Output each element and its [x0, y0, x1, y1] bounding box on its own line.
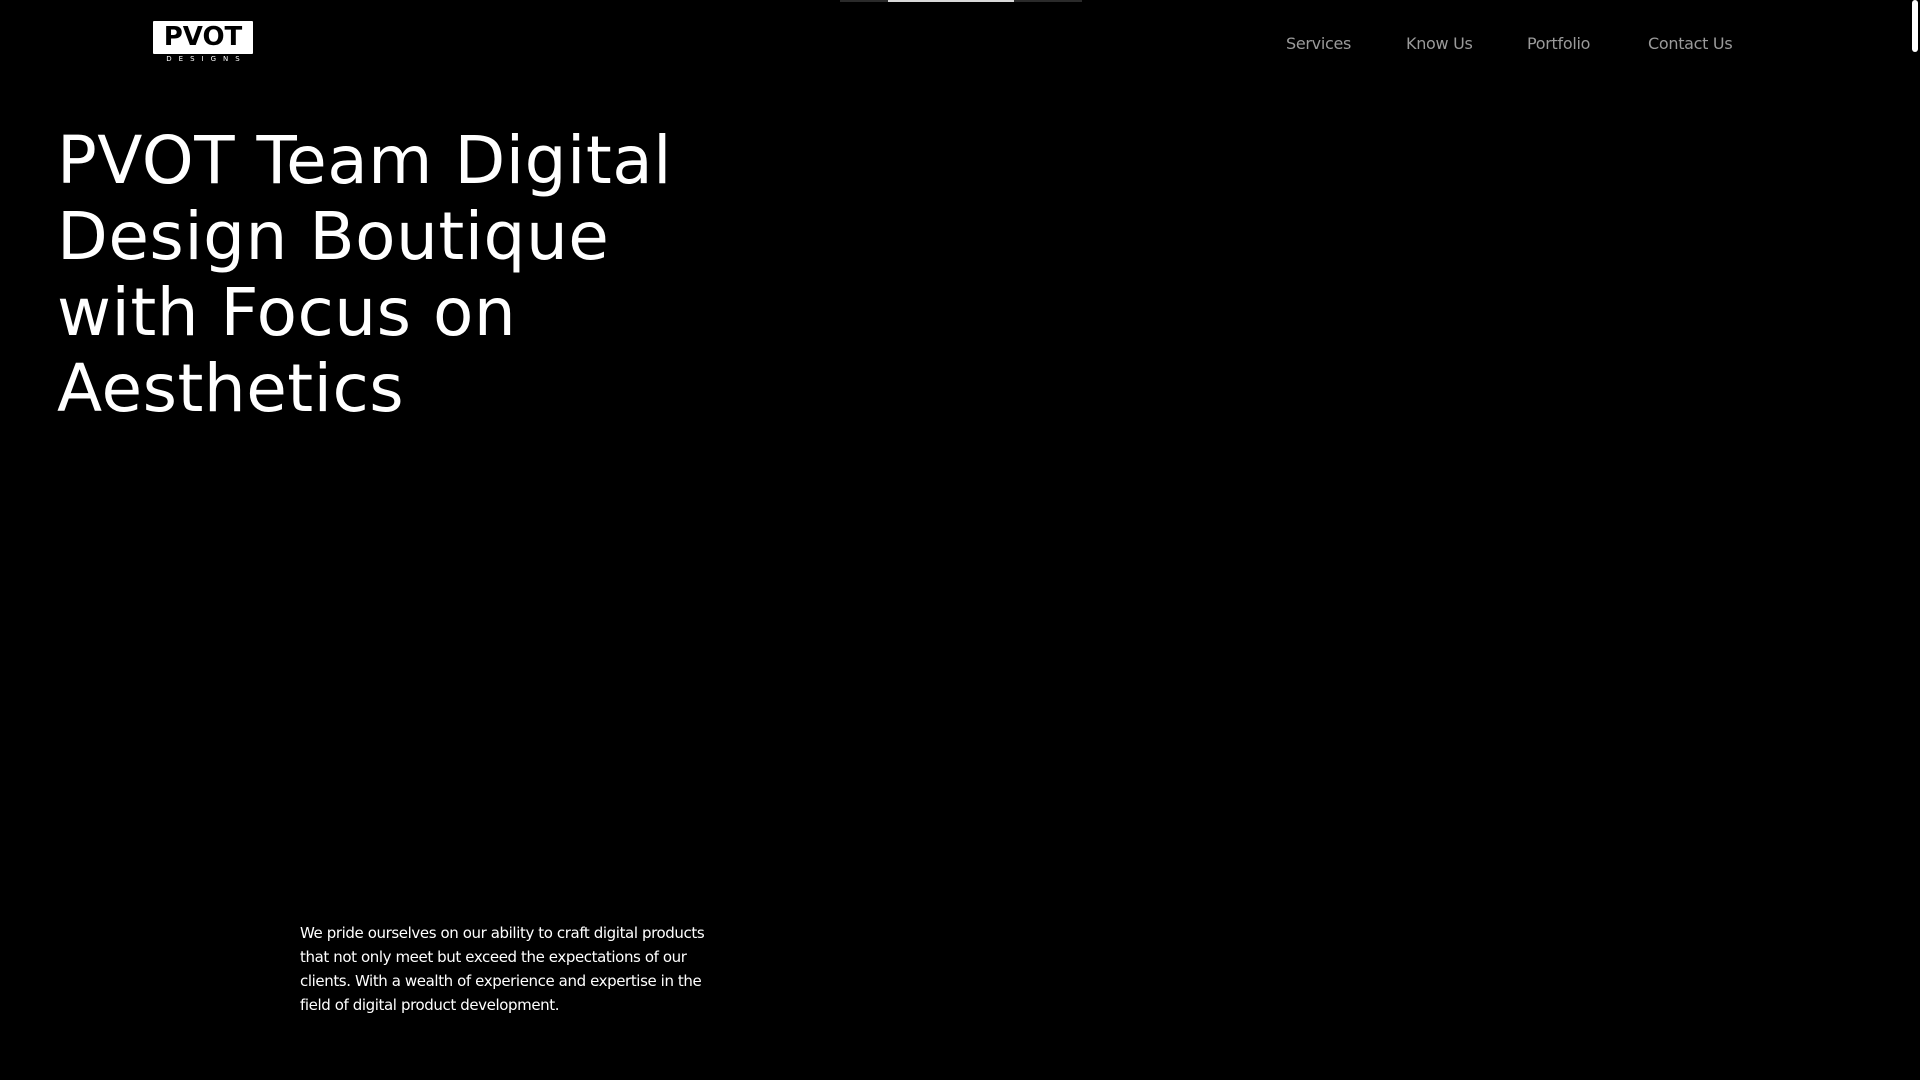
- logo-box: PVOT: [153, 21, 253, 54]
- brand-logo[interactable]: PVOT DESIGNS: [153, 21, 253, 65]
- hero-title-line: with Focus on: [57, 274, 517, 351]
- hero-title: PVOT Team Digital Design Boutique with F…: [57, 123, 757, 427]
- hero-description-line: that not only meet but exceed the expect…: [300, 948, 687, 966]
- hero-title-line: Design Boutique: [57, 198, 610, 275]
- nav-link-know-us[interactable]: Know Us: [1406, 33, 1473, 55]
- hero-description: We pride ourselves on our ability to cra…: [300, 921, 730, 1017]
- nav-link-portfolio[interactable]: Portfolio: [1527, 33, 1590, 55]
- hero-description-line: We pride ourselves on our ability to cra…: [300, 924, 705, 942]
- page-load-progress-fill: [888, 0, 1014, 2]
- hero-title-line: Aesthetics: [57, 350, 405, 427]
- page: PVOT DESIGNS Services Know Us Portfolio …: [0, 0, 1920, 1080]
- nav-link-services[interactable]: Services: [1286, 33, 1351, 55]
- page-load-progress-bar: [840, 0, 1082, 2]
- logo-subtitle: DESIGNS: [166, 55, 247, 63]
- hero-description-line: field of digital product development.: [300, 996, 560, 1014]
- logo-wordmark: PVOT: [163, 22, 243, 52]
- nav-link-contact-us[interactable]: Contact Us: [1648, 33, 1733, 55]
- hero-title-line: PVOT Team Digital: [57, 122, 673, 199]
- scrollbar-thumb[interactable]: [1912, 0, 1918, 52]
- hero-description-line: clients. With a wealth of experience and…: [300, 972, 702, 990]
